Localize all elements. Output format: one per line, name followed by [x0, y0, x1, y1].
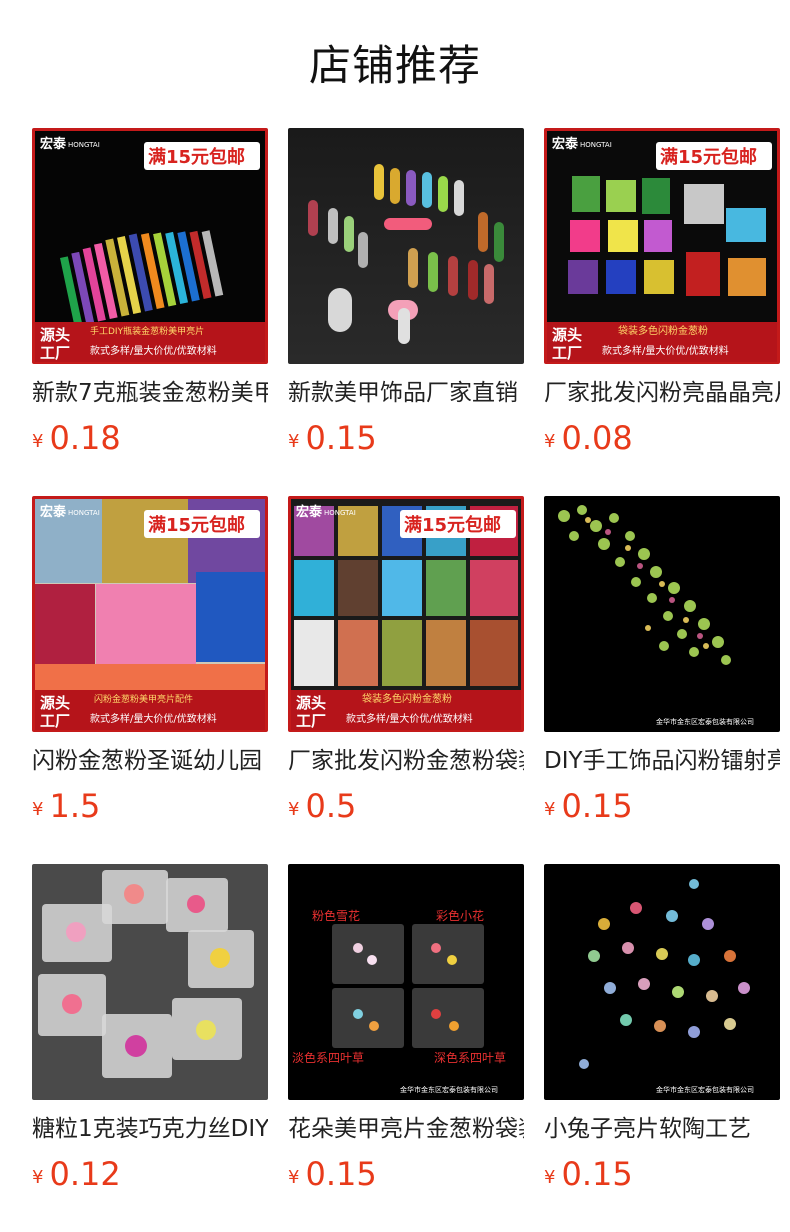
promo-badge: 满15元包邮 — [148, 514, 245, 536]
brand-logo-en: HONGTAI — [324, 509, 356, 517]
product-tag: 袋装多色闪粉金葱粉 — [618, 324, 708, 337]
price-value: 0.08 — [561, 419, 633, 457]
product-card[interactable]: 宏泰 HONGTAI 满15元包邮 源头 工厂 袋装多色闪粉金葱粉 款式多样/量… — [288, 496, 524, 836]
price-value: 0.18 — [49, 419, 121, 457]
price-value: 0.15 — [305, 419, 377, 457]
product-image[interactable] — [32, 864, 268, 1100]
product-price: ¥0.5 — [288, 786, 356, 826]
slogan: 款式多样/量大价优/优致材料 — [90, 712, 217, 725]
product-image[interactable]: 粉色雪花 彩色小花 淡色系四叶草 深色系四叶草 金华市金东区宏泰包装有限公司 — [288, 864, 524, 1100]
currency-symbol: ¥ — [32, 1167, 44, 1188]
brand-logo: 宏泰 — [552, 136, 579, 152]
product-image[interactable]: 宏泰 HONGTAI 满15元包邮 源头 工厂 袋装多色闪粉金葱粉 款式多样/量… — [544, 128, 780, 364]
variant-label: 彩色小花 — [436, 908, 484, 923]
product-image[interactable] — [288, 128, 524, 364]
product-name[interactable]: DIY手工饰品闪粉镭射亮片 — [544, 744, 780, 778]
brand-logo: 宏泰 — [40, 136, 67, 152]
brand-logo-en: HONGTAI — [68, 509, 100, 517]
source-label-bottom: 工厂 — [552, 344, 582, 362]
brand-logo-en: HONGTAI — [68, 141, 100, 149]
price-value: 1.5 — [49, 787, 101, 825]
source-label-bottom: 工厂 — [40, 712, 70, 730]
product-card[interactable]: 宏泰 HONGTAI 满15元包邮 源头 工厂 袋装多色闪粉金葱粉 款式多样/量… — [544, 128, 780, 468]
price-value: 0.15 — [561, 787, 633, 825]
currency-symbol: ¥ — [288, 431, 300, 452]
product-card[interactable]: 糖粒1克装巧克力丝DIY ¥0.12 — [32, 864, 268, 1204]
product-price: ¥0.15 — [288, 418, 377, 458]
product-name[interactable]: 糖粒1克装巧克力丝DIY — [32, 1112, 268, 1146]
company-watermark: 金华市金东区宏泰包装有限公司 — [656, 717, 754, 726]
source-label-bottom: 工厂 — [40, 344, 70, 362]
product-price: ¥0.08 — [544, 418, 633, 458]
product-card[interactable]: 金华市金东区宏泰包装有限公司 小兔子亮片软陶工艺 ¥0.15 — [544, 864, 780, 1204]
flower-bags-image: 粉色雪花 彩色小花 淡色系四叶草 深色系四叶草 金华市金东区宏泰包装有限公司 — [288, 864, 524, 1100]
glitter-packs-image: 宏泰 HONGTAI 满15元包邮 源头 工厂 闪粉金葱粉美甲亮片配件 款式多样… — [32, 496, 268, 732]
source-label-top: 源头 — [40, 326, 70, 344]
variant-label: 深色系四叶草 — [434, 1051, 506, 1065]
product-card[interactable]: 宏泰 HONGTAI 满15元包邮 源头 工厂 闪粉金葱粉美甲亮片配件 款式多样… — [32, 496, 268, 836]
product-card[interactable]: 宏泰 HONGTAI 满15元包邮 源头 工厂 手工DIY瓶装金葱粉美甲亮片 款… — [32, 128, 268, 468]
product-card[interactable]: 金华市金东区宏泰包装有限公司 DIY手工饰品闪粉镭射亮片 ¥0.15 — [544, 496, 780, 836]
product-price: ¥0.15 — [288, 1154, 377, 1194]
promo-badge: 满15元包邮 — [404, 514, 501, 536]
product-card[interactable]: 粉色雪花 彩色小花 淡色系四叶草 深色系四叶草 金华市金东区宏泰包装有限公司 花… — [288, 864, 524, 1204]
company-watermark: 金华市金东区宏泰包装有限公司 — [656, 1085, 754, 1094]
price-value: 0.15 — [561, 1155, 633, 1193]
product-name[interactable]: 花朵美甲亮片金葱粉袋装 — [288, 1112, 524, 1146]
price-value: 0.15 — [305, 1155, 377, 1193]
product-name[interactable]: 新款7克瓶装金葱粉美甲亮片 — [32, 376, 268, 410]
product-price: ¥0.12 — [32, 1154, 121, 1194]
candy-bags-image — [32, 864, 268, 1100]
currency-symbol: ¥ — [288, 1167, 300, 1188]
promo-badge: 满15元包邮 — [660, 146, 757, 168]
currency-symbol: ¥ — [544, 1167, 556, 1188]
product-name[interactable]: 闪粉金葱粉圣诞幼儿园 — [32, 744, 268, 778]
currency-symbol: ¥ — [544, 431, 556, 452]
price-value: 0.5 — [305, 787, 357, 825]
product-image[interactable]: 金华市金东区宏泰包装有限公司 — [544, 864, 780, 1100]
variant-label: 淡色系四叶草 — [292, 1051, 364, 1065]
product-price: ¥1.5 — [32, 786, 100, 826]
product-tag: 闪粉金葱粉美甲亮片配件 — [94, 693, 193, 705]
product-tag: 手工DIY瓶装金葱粉美甲亮片 — [90, 325, 204, 337]
product-name[interactable]: 新款美甲饰品厂家直销 — [288, 376, 524, 410]
glitter-tubes-image: 宏泰 HONGTAI 满15元包邮 源头 工厂 手工DIY瓶装金葱粉美甲亮片 款… — [32, 128, 268, 364]
currency-symbol: ¥ — [544, 799, 556, 820]
currency-symbol: ¥ — [32, 799, 44, 820]
currency-symbol: ¥ — [288, 799, 300, 820]
product-price: ¥0.15 — [544, 786, 633, 826]
product-name[interactable]: 小兔子亮片软陶工艺 — [544, 1112, 780, 1146]
variant-label: 粉色雪花 — [312, 908, 360, 923]
brand-logo-en: HONGTAI — [580, 141, 612, 149]
page-title: 店铺推荐 — [308, 41, 481, 90]
product-card[interactable]: 新款美甲饰品厂家直销 ¥0.15 — [288, 128, 524, 468]
promo-badge: 满15元包邮 — [148, 146, 245, 168]
product-tag: 袋装多色闪粉金葱粉 — [362, 692, 452, 705]
currency-symbol: ¥ — [32, 431, 44, 452]
company-watermark: 金华市金东区宏泰包装有限公司 — [400, 1085, 498, 1094]
source-label-top: 源头 — [552, 326, 582, 344]
brand-logo: 宏泰 — [296, 504, 323, 520]
product-image[interactable]: 宏泰 HONGTAI 满15元包邮 源头 工厂 手工DIY瓶装金葱粉美甲亮片 款… — [32, 128, 268, 364]
product-price: ¥0.15 — [544, 1154, 633, 1194]
sequins-green-image: 金华市金东区宏泰包装有限公司 — [544, 496, 780, 732]
bunny-sequins-image: 金华市金东区宏泰包装有限公司 — [544, 864, 780, 1100]
source-label-top: 源头 — [40, 694, 70, 712]
brand-logo: 宏泰 — [40, 504, 67, 520]
slogan: 款式多样/量大价优/优致材料 — [602, 344, 729, 357]
source-label-top: 源头 — [296, 694, 326, 712]
product-image[interactable]: 宏泰 HONGTAI 满15元包邮 源头 工厂 闪粉金葱粉美甲亮片配件 款式多样… — [32, 496, 268, 732]
slogan: 款式多样/量大价优/优致材料 — [90, 344, 217, 357]
product-name[interactable]: 厂家批发闪粉金葱粉袋装 — [288, 744, 524, 778]
glitter-vials-image — [288, 128, 524, 364]
product-image[interactable]: 金华市金东区宏泰包装有限公司 — [544, 496, 780, 732]
slogan: 款式多样/量大价优/优致材料 — [346, 712, 473, 725]
glitter-bags-image: 宏泰 HONGTAI 满15元包邮 源头 工厂 袋装多色闪粉金葱粉 款式多样/量… — [544, 128, 780, 364]
product-price: ¥0.18 — [32, 418, 121, 458]
product-name[interactable]: 厂家批发闪粉亮晶晶亮片 — [544, 376, 780, 410]
source-label-bottom: 工厂 — [296, 712, 326, 730]
glitter-jars-image: 宏泰 HONGTAI 满15元包邮 源头 工厂 袋装多色闪粉金葱粉 款式多样/量… — [288, 496, 524, 732]
price-value: 0.12 — [49, 1155, 121, 1193]
product-image[interactable]: 宏泰 HONGTAI 满15元包邮 源头 工厂 袋装多色闪粉金葱粉 款式多样/量… — [288, 496, 524, 732]
